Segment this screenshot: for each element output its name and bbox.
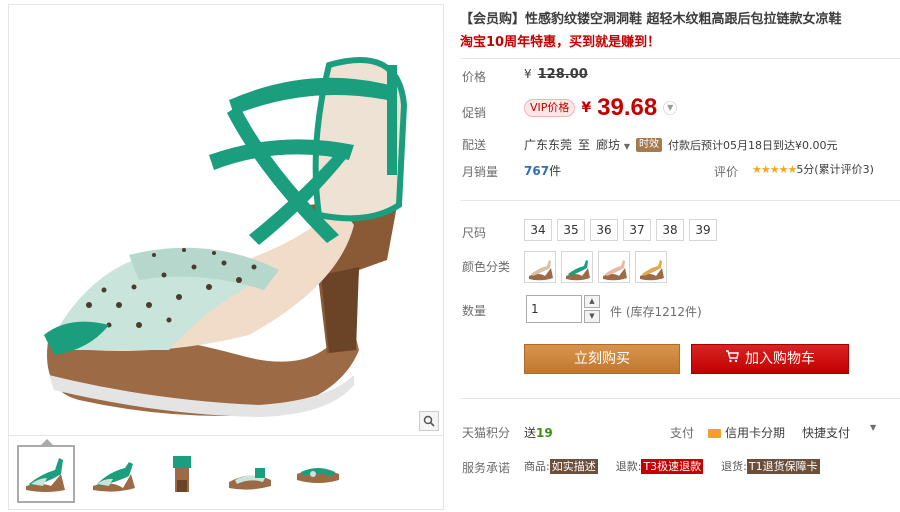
product-gallery (8, 4, 444, 510)
chevron-down-icon[interactable]: ▼ (663, 101, 678, 115)
size-option[interactable]: 39 (689, 219, 717, 241)
ship-to-value: 廊坊 (596, 138, 621, 152)
ship-to-select[interactable]: 廊坊 ▼ (596, 136, 630, 153)
sales-count: 767 (524, 164, 550, 178)
size-label: 尺码 (462, 226, 487, 240)
service-promises: 商品: 如实描述 退款: T3极速退款 退货: T1退货保障卡 (524, 458, 820, 474)
ship-from: 广东东莞 (524, 138, 573, 152)
shipping-label: 配送 (462, 138, 487, 152)
chevron-down-icon: ▼ (623, 142, 631, 151)
service-tag: 如实描述 (549, 459, 598, 474)
sandal-illustration (44, 57, 408, 417)
color-swatch-pink[interactable] (598, 251, 630, 283)
thumbnail-strip (9, 435, 443, 511)
credit-card-icon (708, 429, 721, 438)
thumbnail-4[interactable] (221, 445, 279, 503)
service-tag: T1退货保障卡 (746, 459, 820, 474)
ship-estimate: 付款后预计05月18日到达¥0.00元 (668, 138, 838, 152)
color-options (524, 251, 672, 283)
size-option[interactable]: 38 (656, 219, 684, 241)
divider (460, 200, 900, 201)
ship-to-word: 至 (578, 138, 591, 152)
quantity-input[interactable]: 1 (526, 295, 582, 323)
points-number: 19 (536, 426, 553, 440)
size-options: 34 35 36 37 38 39 (524, 219, 722, 241)
zoom-icon[interactable] (419, 411, 439, 431)
service-label: 服务承诺 (462, 461, 511, 475)
rating-label: 评价 (714, 165, 739, 179)
service-tag: T3极速退款 (641, 459, 704, 474)
size-option[interactable]: 35 (557, 219, 585, 241)
chevron-down-icon[interactable]: ▼ (870, 423, 876, 432)
stock-text: 件 (库存1212件) (610, 305, 702, 319)
monthly-sales: 767件 (524, 162, 561, 179)
points-label: 天猫积分 (462, 426, 511, 440)
points-value: 送19 (524, 424, 553, 441)
service-item-description[interactable]: 商品: 如实描述 (524, 458, 598, 474)
quantity-decrease-button[interactable]: ▼ (584, 310, 600, 323)
service-item-pre: 商品: (524, 460, 550, 473)
cart-icon (725, 345, 739, 373)
thumbnail-2[interactable] (85, 445, 143, 503)
size-option[interactable]: 37 (623, 219, 651, 241)
divider (460, 58, 900, 59)
size-option[interactable]: 34 (524, 219, 552, 241)
promo-price: 39.68 (597, 94, 658, 121)
vip-badge: VIP价格 (524, 99, 576, 117)
payment-label: 支付 (670, 426, 695, 440)
service-item-refund[interactable]: 退款: T3极速退款 (615, 458, 704, 474)
original-price: ¥128.00 (524, 67, 588, 82)
promo-label: 促销 (462, 106, 487, 120)
monthly-sales-label: 月销量 (462, 165, 499, 179)
add-to-cart-button[interactable]: 加入购物车 (691, 344, 849, 374)
currency-symbol: ¥ (524, 67, 532, 81)
original-price-value: 128.00 (537, 67, 588, 82)
product-info-panel: 【会员购】性感豹纹镂空洞洞鞋 超轻木纹粗高跟后包拉链款女凉鞋 淘宝10周年特惠，… (460, 0, 900, 512)
rating-summary[interactable]: ★★★★★5分(累计评价3) (752, 161, 874, 177)
color-swatch-green[interactable] (561, 251, 593, 283)
quantity-label: 数量 (462, 304, 487, 318)
color-swatch-tan[interactable] (635, 251, 667, 283)
timeliness-tag: 时效 (636, 137, 663, 152)
quick-pay[interactable]: 快捷支付 (802, 424, 850, 441)
quantity-increase-button[interactable]: ▲ (584, 295, 600, 308)
color-label: 颜色分类 (462, 260, 511, 274)
product-title: 【会员购】性感豹纹镂空洞洞鞋 超轻木纹粗高跟后包拉链款女凉鞋 (460, 12, 842, 27)
thumbnail-3[interactable] (153, 445, 211, 503)
add-to-cart-label: 加入购物车 (745, 351, 815, 367)
thumbnail-5[interactable] (289, 445, 347, 503)
service-item-pre: 退款: (615, 460, 642, 473)
price-label: 价格 (462, 70, 487, 84)
color-swatch-beige[interactable] (524, 251, 556, 283)
rating-text: 5分(累计评价3) (796, 163, 874, 176)
size-option[interactable]: 36 (590, 219, 618, 241)
rating-stars: ★★★★★ (752, 163, 797, 176)
service-item-pre: 退货: (721, 460, 747, 473)
credit-installment-label: 信用卡分期 (725, 426, 786, 440)
shipping-row: 广东东莞 至 廊坊 ▼ 时效 付款后预计05月18日到达¥0.00元 (524, 136, 838, 153)
sales-unit: 件 (549, 164, 562, 178)
product-subtitle: 淘宝10周年特惠，买到就是赚到！ (460, 35, 661, 50)
divider (460, 398, 900, 399)
buy-now-button[interactable]: 立刻购买 (524, 344, 680, 374)
credit-installment[interactable]: 信用卡分期 (708, 424, 785, 441)
points-prefix: 送 (524, 426, 537, 440)
promo-price-row: VIP价格 ¥ 39.68 ▼ (524, 94, 678, 122)
promo-currency: ¥ (581, 100, 592, 116)
thumbnail-1[interactable] (17, 438, 75, 503)
main-product-image[interactable] (9, 5, 443, 435)
service-item-return[interactable]: 退货: T1退货保障卡 (721, 458, 820, 474)
